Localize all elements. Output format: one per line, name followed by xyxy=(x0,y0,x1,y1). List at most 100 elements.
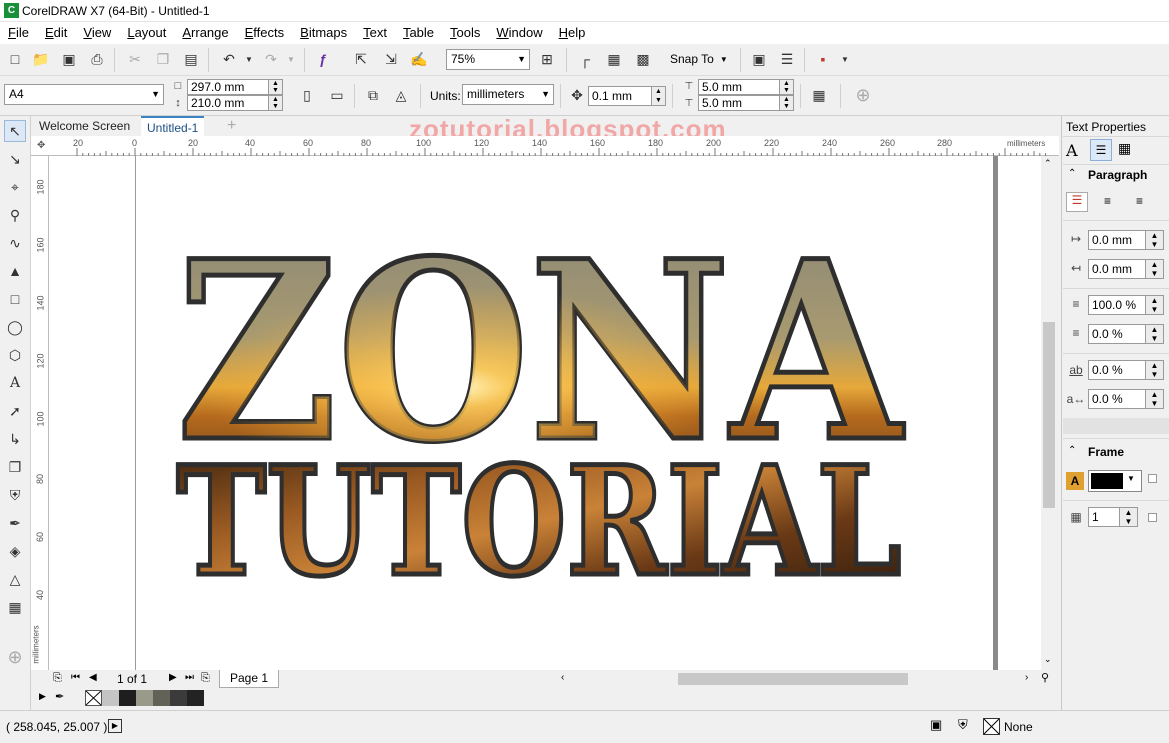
menu-layout[interactable]: Layout xyxy=(119,22,174,44)
duplicate-x-field[interactable]: 5.0 mm ▲ ▼ xyxy=(698,79,794,95)
menu-file[interactable]: File xyxy=(0,22,37,44)
redo-dropdown-icon[interactable]: ▼ xyxy=(280,48,302,70)
snap-to-dropdown[interactable]: Snap To ▼ xyxy=(670,52,728,66)
ellipse-tool-icon[interactable]: ◯ xyxy=(4,316,26,338)
nudge-distance-field[interactable]: 0.1 mm ▲ ▼ xyxy=(588,86,666,106)
save-icon[interactable]: ▣ xyxy=(58,48,80,70)
menu-bitmaps[interactable]: Bitmaps xyxy=(292,22,355,44)
options-icon[interactable]: ▪ xyxy=(812,48,834,70)
drawing-canvas[interactable]: ZONA ZONA TUTORIAL xyxy=(49,156,1041,670)
play-icon[interactable]: ▶ xyxy=(108,719,122,733)
dimension-tool-icon[interactable]: ➚ xyxy=(4,400,26,422)
add-tab-icon[interactable]: + xyxy=(221,116,242,136)
right-indent-field[interactable]: 0.0 mm ▲ ▼ xyxy=(1088,259,1164,279)
undo-dropdown-icon[interactable]: ▼ xyxy=(238,48,260,70)
paste-icon[interactable]: ▤ xyxy=(180,48,202,70)
transparency-tool-icon[interactable]: ⛨ xyxy=(4,484,26,506)
frame-color-checkbox[interactable] xyxy=(1148,474,1157,483)
shape-tool-icon[interactable]: ↘ xyxy=(4,148,26,170)
spinner-icon[interactable]: ▲ ▼ xyxy=(651,87,665,105)
search-content-icon[interactable]: ƒ xyxy=(312,48,334,70)
frame-columns-field[interactable]: 1 ▲ ▼ xyxy=(1088,507,1138,527)
zoom-navigator-icon[interactable]: ⚲ xyxy=(1041,671,1049,684)
color-swatch[interactable] xyxy=(153,690,170,706)
spinner-icon[interactable]: ▲ ▼ xyxy=(1145,260,1163,278)
scroll-right-icon[interactable]: › xyxy=(1025,672,1028,683)
welcome-screen-icon[interactable]: ▣ xyxy=(748,48,770,70)
eyedropper-icon[interactable]: ✒ xyxy=(55,690,64,703)
show-guidelines-icon[interactable]: ▩ xyxy=(632,48,654,70)
application-launcher-icon[interactable]: ☰ xyxy=(776,48,798,70)
fill-bucket-icon[interactable]: ⛨ xyxy=(958,717,968,733)
menu-effects[interactable]: Effects xyxy=(237,22,293,44)
character-spacing-field[interactable]: 0.0 % ▲ ▼ xyxy=(1088,360,1164,380)
fill-none-swatch[interactable] xyxy=(983,718,1000,735)
import-icon[interactable]: ⇱ xyxy=(350,48,372,70)
show-grid-icon[interactable]: ▦ xyxy=(603,48,625,70)
tab-welcome-screen[interactable]: Welcome Screen xyxy=(33,116,136,136)
frame-section-icon[interactable]: ▦ xyxy=(1118,140,1131,157)
frame-columns-checkbox[interactable] xyxy=(1148,513,1157,522)
freehand-tool-icon[interactable]: ∿ xyxy=(4,232,26,254)
full-screen-preview-icon[interactable]: ⊞ xyxy=(536,48,558,70)
no-color-swatch[interactable] xyxy=(85,690,102,706)
add-page-after-icon[interactable]: ⎘ xyxy=(201,672,210,685)
scroll-left-icon[interactable]: ‹ xyxy=(561,672,564,683)
eyedropper-tool-icon[interactable]: ✒ xyxy=(4,512,26,534)
artwork[interactable]: ZONA ZONA TUTORIAL xyxy=(49,156,1041,670)
crop-tool-icon[interactable]: ⌖ xyxy=(4,176,26,198)
color-swatch[interactable] xyxy=(102,690,119,706)
page-height-field[interactable]: 210.0 mm ▲ ▼ xyxy=(187,95,283,111)
color-swatch[interactable] xyxy=(187,690,204,706)
left-indent-field[interactable]: 0.0 mm ▲ ▼ xyxy=(1088,230,1164,250)
menu-edit[interactable]: Edit xyxy=(37,22,75,44)
last-page-icon[interactable]: ⏭ xyxy=(185,672,194,683)
interactive-fill-tool-icon[interactable]: ◈ xyxy=(4,540,26,562)
menu-view[interactable]: View xyxy=(75,22,119,44)
scroll-down-icon[interactable]: ⌄ xyxy=(1044,654,1052,665)
spinner-icon[interactable]: ▲ ▼ xyxy=(268,80,282,94)
all-pages-icon[interactable]: ⧉ xyxy=(362,84,384,106)
vertical-scroll-thumb[interactable] xyxy=(1043,322,1055,508)
copy-icon[interactable]: ❐ xyxy=(152,48,174,70)
text-tool-icon[interactable]: A xyxy=(4,372,26,394)
menu-table[interactable]: Table xyxy=(395,22,442,44)
scroll-up-icon[interactable]: ⌃ xyxy=(1044,158,1052,169)
color-swatch[interactable] xyxy=(119,690,136,706)
align-center-icon[interactable]: ≡ xyxy=(1136,194,1143,208)
color-swatch[interactable] xyxy=(136,690,153,706)
smart-fill-tool-icon[interactable]: ▲ xyxy=(4,260,26,282)
page-width-field[interactable]: 297.0 mm ▲ ▼ xyxy=(187,79,283,95)
color-swatch[interactable] xyxy=(170,690,187,706)
palette-scroll-icon[interactable]: ▶ xyxy=(39,691,46,702)
undo-icon[interactable]: ↶ xyxy=(218,48,240,70)
collapse-chevron-icon[interactable]: ⌃ xyxy=(1068,445,1076,456)
vertical-ruler[interactable]: 180 160 140 120 100 80 60 40 millimeters xyxy=(31,156,49,670)
spinner-icon[interactable]: ▲ ▼ xyxy=(268,96,282,110)
chevron-down-icon[interactable]: ▼ xyxy=(834,48,856,70)
paragraph-spacing-field[interactable]: 0.0 % ▲ ▼ xyxy=(1088,324,1164,344)
menu-tools[interactable]: Tools xyxy=(442,22,488,44)
menu-text[interactable]: Text xyxy=(355,22,395,44)
polygon-tool-icon[interactable]: ⬡ xyxy=(4,344,26,366)
units-dropdown[interactable]: millimeters ▼ xyxy=(462,84,554,105)
zoom-tool-icon[interactable]: ⚲ xyxy=(4,204,26,226)
spinner-icon[interactable]: ▲ ▼ xyxy=(1145,325,1163,343)
horizontal-scroll-thumb[interactable] xyxy=(678,673,908,685)
page-1-tab[interactable]: Page 1 xyxy=(219,670,280,688)
open-folder-icon[interactable]: 📁 xyxy=(30,48,52,70)
spinner-icon[interactable]: ▲ ▼ xyxy=(1145,296,1163,314)
new-document-icon[interactable]: □ xyxy=(4,48,26,70)
connector-tool-icon[interactable]: ↳ xyxy=(4,428,26,450)
smart-fill-icon[interactable]: △ xyxy=(4,568,26,590)
line-spacing-field[interactable]: 100.0 % ▲ ▼ xyxy=(1088,295,1164,315)
add-tool-icon[interactable]: ⊕ xyxy=(4,646,26,668)
publish-pdf-icon[interactable]: ✍ xyxy=(408,48,430,70)
current-page-icon[interactable]: ◬ xyxy=(390,84,412,106)
spinner-icon[interactable]: ▲ ▼ xyxy=(779,96,793,110)
word-spacing-field[interactable]: 0.0 % ▲ ▼ xyxy=(1088,389,1164,409)
spinner-icon[interactable]: ▲ ▼ xyxy=(1119,508,1137,526)
page-size-dropdown[interactable]: A4 ▼ xyxy=(4,84,164,105)
add-page-before-icon[interactable]: ⎘ xyxy=(53,672,62,685)
menu-arrange[interactable]: Arrange xyxy=(174,22,236,44)
